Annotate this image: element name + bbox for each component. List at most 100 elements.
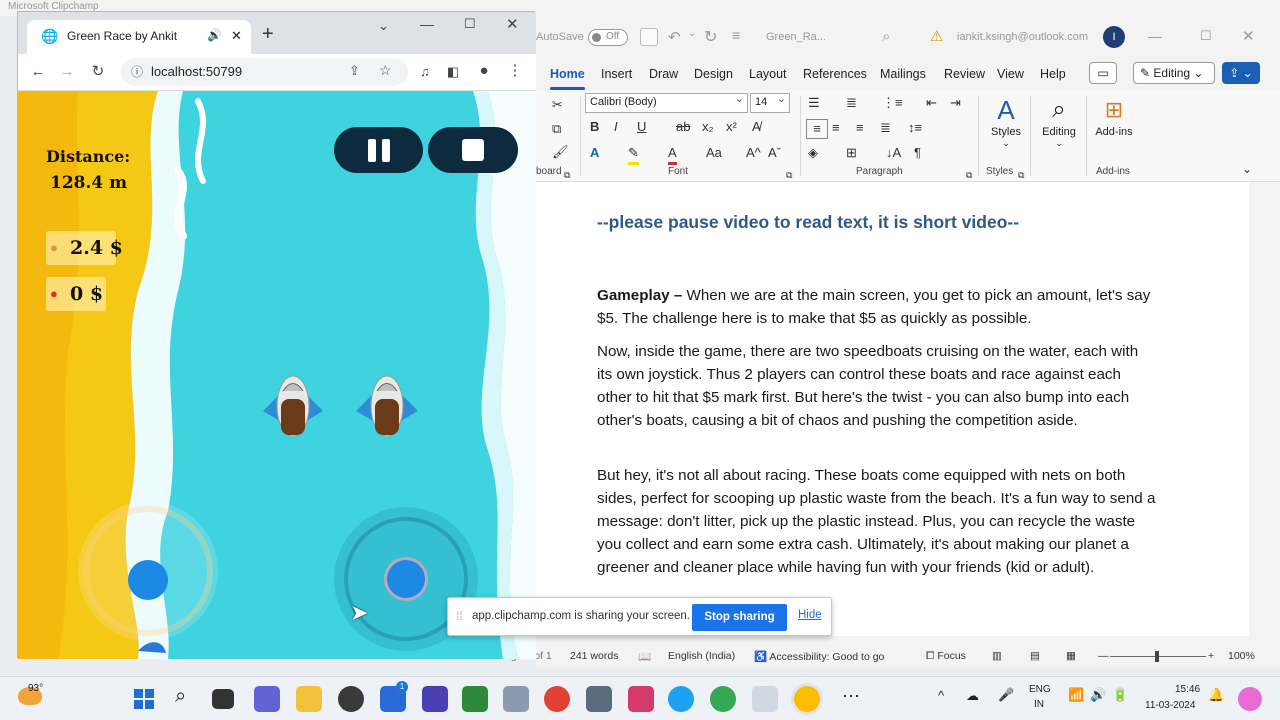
editing-button[interactable]: ⌕ Editing ⌄ [1036, 94, 1082, 149]
profile-icon[interactable]: ● [473, 61, 495, 81]
comments-button[interactable]: ▭ [1089, 62, 1117, 84]
pause-button[interactable] [334, 127, 423, 173]
show-formatting-icon[interactable]: ¶ [914, 144, 921, 162]
read-mode-icon[interactable]: ▥ [992, 650, 1002, 662]
document-title[interactable]: Green_Ra... [766, 31, 826, 43]
change-case-icon[interactable]: Aa [706, 144, 722, 162]
grow-font-icon[interactable]: A^ [746, 144, 761, 162]
focus-button[interactable]: ⧠ Focus [926, 650, 966, 663]
tab-mailings[interactable]: Mailings [880, 67, 926, 81]
clock-date[interactable]: 11-03-2024 [1145, 700, 1195, 711]
strikethrough-icon[interactable]: ab [676, 118, 690, 136]
font-name-select[interactable]: Calibri (Body) [585, 92, 748, 113]
collapse-ribbon-icon[interactable]: ⌄ [1242, 160, 1252, 178]
microphone-icon[interactable]: 🎤 [998, 687, 1014, 703]
battery-icon[interactable]: 🔋 [1112, 687, 1128, 703]
chrome-icon[interactable] [544, 686, 570, 712]
underline-icon[interactable]: U [637, 118, 646, 136]
cut-icon[interactable]: ✂ [552, 96, 563, 114]
text-effects-icon[interactable]: A [590, 144, 599, 162]
font-color-icon[interactable]: A [668, 144, 677, 165]
new-tab-icon[interactable]: + [262, 23, 274, 46]
line-spacing-icon[interactable]: ↕≡ [908, 119, 922, 137]
stop-button[interactable] [428, 127, 518, 173]
share-button[interactable]: ⇪ ⌄ [1222, 62, 1260, 84]
word-count[interactable]: 241 words [570, 650, 618, 662]
format-painter-icon[interactable]: 🖌 [552, 143, 569, 161]
chrome-active-icon[interactable] [794, 686, 820, 712]
save-icon[interactable] [640, 28, 658, 46]
align-center-icon[interactable]: ≡ [832, 119, 840, 137]
maximize-icon[interactable]: ☐ [464, 16, 476, 32]
subscript-icon[interactable]: x₂ [702, 118, 714, 136]
snipping-tool-icon[interactable] [628, 686, 654, 712]
notepad-icon[interactable] [462, 686, 488, 712]
wifi-icon[interactable]: 📶 [1068, 687, 1084, 703]
italic-icon[interactable]: I [614, 118, 618, 136]
tab-draw[interactable]: Draw [649, 67, 678, 81]
tab-references[interactable]: References [803, 67, 867, 81]
align-right-icon[interactable]: ≡ [856, 119, 864, 137]
close-tab-icon[interactable]: ✕ [231, 28, 242, 44]
bold-icon[interactable]: B [590, 118, 599, 136]
tab-home[interactable]: Home [550, 67, 585, 90]
zoom-level[interactable]: 100% [1228, 650, 1255, 662]
minimize-icon[interactable]: — [1148, 28, 1162, 44]
media-controls-icon[interactable]: ♫ [414, 62, 436, 82]
site-info-icon[interactable]: ⓘ [131, 63, 143, 80]
forward-icon[interactable]: → [56, 62, 78, 82]
customize-icon[interactable]: ≡ [732, 27, 740, 43]
onedrive-icon[interactable]: ☁ [966, 688, 979, 704]
avatar[interactable]: I [1103, 26, 1125, 48]
maximize-icon[interactable]: ☐ [1200, 28, 1212, 44]
menu-icon[interactable]: ⋮ [504, 61, 526, 81]
warning-icon[interactable]: ⚠ [930, 27, 943, 45]
borders-icon[interactable]: ⊞ [846, 144, 857, 162]
multilevel-list-icon[interactable]: ⋮≡ [882, 94, 903, 112]
align-left-icon[interactable]: ≡ [806, 119, 828, 139]
camera-icon[interactable] [503, 686, 529, 712]
chrome-profile-icon[interactable] [710, 686, 736, 712]
numbering-icon[interactable]: ≣ [846, 94, 857, 112]
show-hidden-icons[interactable]: ^ [938, 688, 944, 703]
joystick-knob-player-1[interactable] [128, 560, 168, 600]
notification-bell-icon[interactable]: 🔔 [1208, 687, 1224, 703]
editing-mode-button[interactable]: ✎ Editing ⌄ [1133, 62, 1215, 84]
tab-view[interactable]: View [997, 67, 1024, 81]
tab-help[interactable]: Help [1040, 67, 1066, 81]
sort-icon[interactable]: ↓A [886, 144, 901, 162]
justify-icon[interactable]: ≣ [880, 119, 891, 137]
minimize-icon[interactable]: — [420, 16, 434, 32]
accessibility-status[interactable]: ♿ Accessibility: Good to go [754, 650, 884, 663]
tab-search-icon[interactable]: ⌄ [378, 18, 389, 34]
back-icon[interactable]: ← [27, 62, 49, 82]
app-icon[interactable] [338, 686, 364, 712]
side-panel-icon[interactable]: ◧ [442, 62, 464, 82]
close-icon[interactable]: ✕ [1242, 27, 1255, 45]
teams-icon[interactable] [254, 686, 280, 712]
addins-button[interactable]: ⊞ Add-ins [1092, 94, 1136, 138]
task-view-icon[interactable] [212, 689, 234, 709]
shrink-font-icon[interactable]: Aˇ [768, 144, 781, 162]
drag-handle-icon[interactable]: ⁞⁞ [456, 609, 463, 623]
zoom-slider-thumb[interactable] [1155, 651, 1159, 662]
undo-icon[interactable]: ↶ [668, 28, 681, 46]
volume-icon[interactable]: 🔊 [1090, 687, 1106, 703]
clock-time[interactable]: 15:46 [1175, 684, 1200, 695]
start-button[interactable] [131, 686, 157, 712]
tab-review[interactable]: Review [944, 67, 985, 81]
zoom-in-icon[interactable]: + [1208, 650, 1214, 662]
file-explorer-icon[interactable] [296, 686, 322, 712]
autosave-toggle[interactable]: Off [588, 29, 628, 46]
app-icon-2[interactable] [752, 686, 778, 712]
tab-insert[interactable]: Insert [601, 67, 632, 81]
superscript-icon[interactable]: x² [726, 118, 737, 136]
weather-temp[interactable]: 93° [28, 683, 43, 694]
undo-dropdown-icon[interactable]: ⌄ [688, 28, 696, 39]
address-bar[interactable]: ⓘ localhost:50799 ⇪ ☆ [121, 58, 408, 86]
stop-sharing-button[interactable]: Stop sharing [692, 604, 787, 631]
web-layout-icon[interactable]: ▦ [1066, 650, 1076, 662]
font-size-select[interactable]: 14 [750, 92, 790, 113]
hide-banner-link[interactable]: Hide [798, 609, 822, 621]
game-canvas[interactable]: Distance: 128.4 m ● 2.4 $ ● 0 $ [18, 91, 536, 659]
